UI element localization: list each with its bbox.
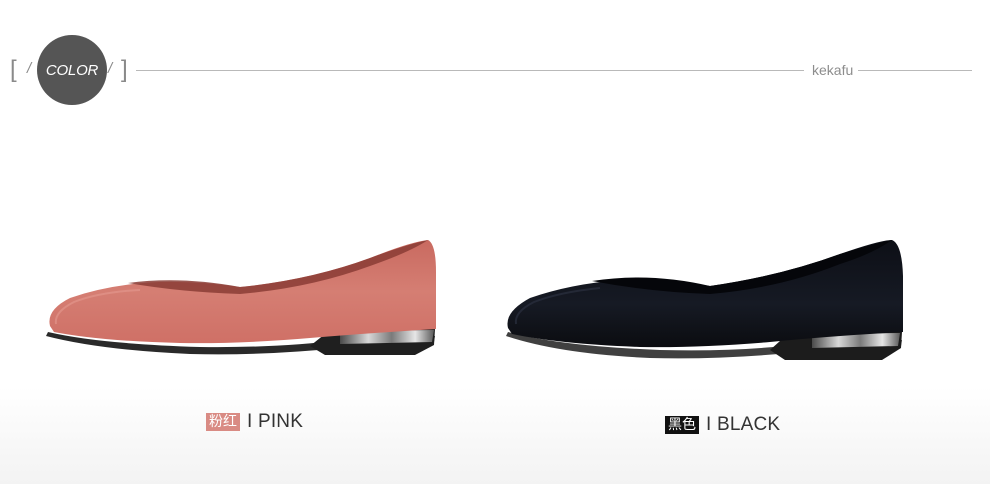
bracket-right: ] [121,56,128,83]
color-section-badge: COLOR [37,35,107,105]
pink-color-caption: 粉红 I PINK [206,412,303,432]
bracket-left: [ [10,56,17,83]
pink-color-tag: 粉红 [206,413,240,431]
pink-color-label: I PINK [247,411,304,432]
black-flat-shoe-image [506,240,903,360]
brand-name: kekafu [812,62,854,78]
pink-flat-shoe-image [46,240,436,355]
color-badge-label: COLOR [45,61,99,79]
black-color-caption: 黑色 I BLACK [665,415,780,435]
black-color-tag: 黑色 [665,416,699,434]
black-color-label: I BLACK [706,414,781,435]
header-rule-end [858,70,972,71]
header-rule [136,70,804,71]
slash-left: / [27,60,32,77]
slash-right: / [108,60,113,77]
color-showcase: [ / COLOR / ] kekafu 粉红 I PINK 黑色 I BLAC… [0,0,990,484]
